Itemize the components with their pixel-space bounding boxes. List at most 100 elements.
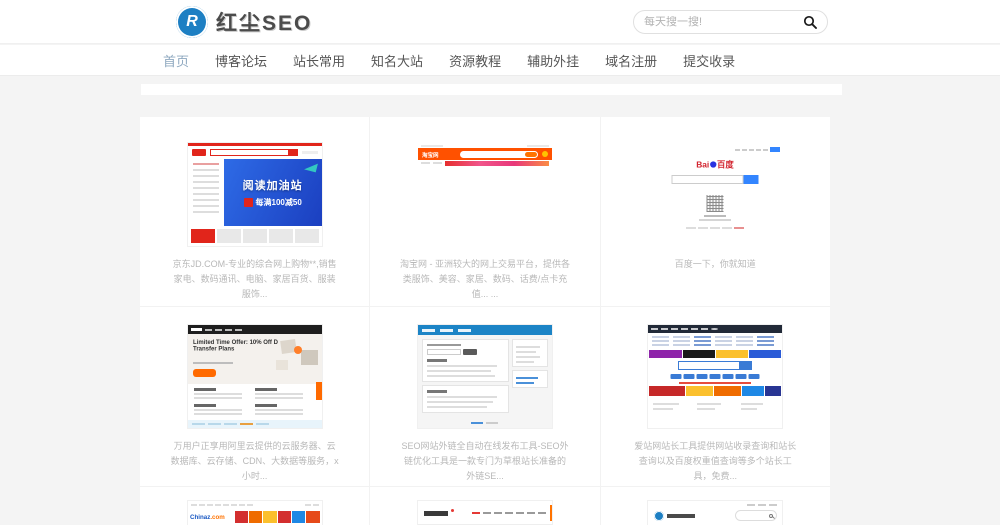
aizhan-header xyxy=(648,325,782,333)
aizhan-ad-row-2 xyxy=(648,386,782,396)
site-card-jd[interactable]: 阅读加油站 每满100减50 京东JD.COM-专业的综合网上购物**,销售家电… xyxy=(140,117,369,306)
chinaz-logo: Chinaz.com xyxy=(190,514,216,521)
site-card-blog[interactable] xyxy=(369,487,599,525)
seo-tool-footer xyxy=(418,422,552,424)
logo-text: 红尘SEO xyxy=(216,7,312,37)
nav-item-home[interactable]: 首页 xyxy=(163,51,189,70)
baidu-logo-latin: Bai xyxy=(697,160,710,170)
nav-item-domain-register[interactable]: 域名注册 xyxy=(605,51,657,70)
hero-line-2: Transfer Plans xyxy=(193,346,234,353)
jd-promo-banner: 阅读加油站 每满100减50 xyxy=(224,159,322,226)
jd-promo-row: 每满100减50 xyxy=(244,197,302,208)
jd-search-bar xyxy=(210,149,298,156)
baidu-search-input xyxy=(672,175,744,184)
site-card-seo-tool[interactable]: SEO网站外链全自动在线发布工具-SEO外链优化工具是一款专门为草根站长准备的外… xyxy=(369,307,599,486)
chinaz-logo-main: Chinaz xyxy=(190,514,210,521)
seo-tool-header xyxy=(418,325,552,335)
nav-item-submit-site[interactable]: 提交收录 xyxy=(683,51,735,70)
site-thumbnail-blog[interactable] xyxy=(418,501,552,525)
taobao-badge xyxy=(542,151,548,157)
site-description: 淘宝网 - 亚洲较大的网上交易平台，提供各类服饰、美容、家居、数码、话费/点卡充… xyxy=(400,257,570,302)
aliyun-header xyxy=(188,325,322,334)
nav-item-webmaster-tools[interactable]: 站长常用 xyxy=(293,51,345,70)
taobao-ad-strip xyxy=(445,161,549,166)
card-row-1: 阅读加油站 每满100减50 京东JD.COM-专业的综合网上购物**,销售家电… xyxy=(140,117,830,307)
site-thumbnail-taobao[interactable]: 淘宝网 xyxy=(418,143,552,166)
site-description: 万用户正享用阿里云提供的云服务器、云数据库、云存储、CDN、大数据等服务，x小时… xyxy=(170,439,340,484)
thumb-area: 阅读加油站 每满100减50 xyxy=(188,143,322,246)
site-thumbnail-aliyun[interactable]: Limited Time Offer: 10% Off D Transfer P… xyxy=(188,325,322,428)
chinaz-ad-strip xyxy=(235,511,320,523)
site-thumbnail-jd[interactable]: 阅读加油站 每满100减50 xyxy=(188,143,322,246)
aliyun-hero: Limited Time Offer: 10% Off D Transfer P… xyxy=(188,334,322,384)
site-thumbnail-hongchen-seo[interactable] xyxy=(648,501,782,525)
site-header: R 红尘SEO xyxy=(0,0,1000,44)
site-card-chinaz[interactable]: Chinaz.com xyxy=(140,487,369,525)
aizhan-tool-buttons xyxy=(671,374,760,379)
taobao-logo: 淘宝网 xyxy=(422,150,441,158)
blog-orange-edge xyxy=(550,505,552,521)
thumb-area: Bai 百度 xyxy=(648,143,782,246)
card-row-2: Limited Time Offer: 10% Off D Transfer P… xyxy=(140,307,830,487)
main-nav: 首页 博客论坛 站长常用 知名大站 资源教程 辅助外挂 域名注册 提交收录 xyxy=(0,45,1000,76)
site-card-grid: 阅读加油站 每满100减50 京东JD.COM-专业的综合网上购物**,销售家电… xyxy=(140,117,830,525)
site-card-aliyun[interactable]: Limited Time Offer: 10% Off D Transfer P… xyxy=(140,307,369,486)
chinaz-topbar xyxy=(188,501,322,509)
search-input[interactable] xyxy=(644,16,803,28)
site-card-hongchen-seo[interactable] xyxy=(600,487,830,525)
taobao-subnav xyxy=(418,160,552,166)
site-card-aizhan[interactable]: 爱站网站长工具提供网站收录查询和站长查询以及百度权重值查询等多个站长工具，免费.… xyxy=(600,307,830,486)
baidu-logo: Bai 百度 xyxy=(668,159,762,171)
mini-topbar xyxy=(747,504,777,506)
aizhan-search-button xyxy=(740,361,752,370)
seo-tool-sidebar-box xyxy=(512,339,548,367)
seo-tool-sidebar-links xyxy=(512,370,548,388)
site-thumbnail-aizhan[interactable] xyxy=(648,325,782,428)
chinaz-logo-row: Chinaz.com xyxy=(188,509,322,525)
jd-category-sidebar xyxy=(188,159,224,226)
header-search xyxy=(633,10,828,34)
nav-item-blog-forum[interactable]: 博客论坛 xyxy=(215,51,267,70)
jd-promo-text: 每满100减50 xyxy=(256,197,302,208)
chinaz-logo-suffix: .com xyxy=(210,514,224,521)
aizhan-logo xyxy=(651,328,658,330)
seo-tool-button xyxy=(463,349,477,355)
logo-icon: R xyxy=(176,6,208,38)
baidu-logo-cjk: 百度 xyxy=(717,159,734,171)
aizhan-ad-row-1 xyxy=(648,350,782,358)
aliyun-side-tab xyxy=(316,382,322,400)
jd-banner-title: 阅读加油站 xyxy=(243,177,303,193)
baidu-footer-links xyxy=(686,227,744,229)
nav-item-helper-plugins[interactable]: 辅助外挂 xyxy=(527,51,579,70)
site-thumbnail-seo-tool[interactable] xyxy=(418,325,552,428)
site-card-baidu[interactable]: Bai 百度 百度一下，你就知道 xyxy=(600,117,830,306)
thumb-area xyxy=(418,325,552,428)
aizhan-link-rows xyxy=(648,333,782,350)
aliyun-notice-bar xyxy=(188,420,322,428)
site-description: 京东JD.COM-专业的综合网上购物**,销售家电、数码通讯、电脑、家居百货、服… xyxy=(170,257,340,302)
taobao-search-bar xyxy=(460,151,538,158)
aizhan-search-section xyxy=(648,358,782,386)
baidu-paw-icon xyxy=(710,161,716,167)
aizhan-red-text-line xyxy=(679,382,751,384)
search-icon[interactable] xyxy=(803,15,817,29)
jd-promo-tag xyxy=(244,198,253,207)
jd-product-strip xyxy=(188,226,322,246)
aliyun-feature-columns xyxy=(188,384,322,420)
site-description: SEO网站外链全自动在线发布工具-SEO外链优化工具是一款专门为草根站长准备的外… xyxy=(400,439,570,484)
aizhan-search-input xyxy=(678,361,740,370)
blog-logo xyxy=(424,511,448,516)
jd-header xyxy=(188,146,322,159)
nav-item-famous-sites[interactable]: 知名大站 xyxy=(371,51,423,70)
site-thumbnail-chinaz[interactable]: Chinaz.com xyxy=(188,501,322,525)
site-description: 百度一下，你就知道 xyxy=(630,257,800,272)
content-banner-strip xyxy=(141,84,842,95)
site-logo[interactable]: R 红尘SEO xyxy=(176,6,312,38)
mini-magnifier-icon xyxy=(769,514,773,518)
thumb-area: Limited Time Offer: 10% Off D Transfer P… xyxy=(188,325,322,428)
nav-item-resource-tutorials[interactable]: 资源教程 xyxy=(449,51,501,70)
seo-tool-body xyxy=(418,335,552,420)
site-thumbnail-baidu[interactable]: Bai 百度 xyxy=(648,143,782,246)
site-card-taobao[interactable]: 淘宝网 淘宝网 - 亚洲较大的网上交易平台，提供各类服饰、美容、家居、数码、话费… xyxy=(369,117,599,306)
aliyun-cta-button xyxy=(193,369,216,377)
